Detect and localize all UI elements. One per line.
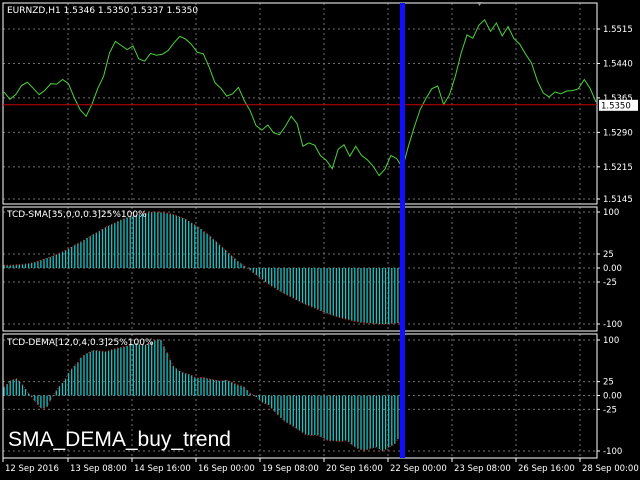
level-tick-label: 0.00 — [603, 264, 622, 274]
time-tick-label: 20 Sep 16:00 — [326, 464, 383, 474]
time-tick-label: 13 Sep 08:00 — [70, 464, 127, 474]
level-tick-label: -25 — [603, 405, 617, 415]
vertical-crosshair-line[interactable] — [400, 3, 405, 458]
time-tick-label: 19 Sep 08:00 — [262, 464, 319, 474]
strategy-label: SMA_DEMA_buy_trend — [8, 428, 231, 451]
bid-price-label: 1.5350 — [601, 101, 631, 111]
price-tick-label: 1.5290 — [603, 128, 633, 138]
symbol-ohlc-title: EURNZD,H1 1.5346 1.5350 1.5337 1.5350 — [7, 6, 198, 16]
time-tick-label: 16 Sep 00:00 — [198, 464, 255, 474]
price-tick-label: 1.5515 — [603, 25, 633, 35]
time-tick-label: 26 Sep 16:00 — [518, 464, 575, 474]
price-tick-label: 1.5215 — [603, 163, 633, 173]
tcd-sma-title: TCD-SMA[35,0,0,0.3]25%100% — [6, 210, 147, 220]
time-tick-label: 23 Sep 08:00 — [454, 464, 511, 474]
level-tick-label: 0.00 — [603, 392, 622, 402]
level-tick-label: -100 — [603, 447, 622, 457]
time-tick-label: 14 Sep 16:00 — [134, 464, 191, 474]
time-tick-label: 28 Sep 00:00 — [582, 464, 639, 474]
trading-terminal-chart[interactable]: EURNZD,H1 1.5346 1.5350 1.5337 1.5350 1.… — [0, 0, 640, 480]
level-tick-label: 100 — [603, 336, 619, 346]
level-tick-label: 25 — [603, 250, 614, 260]
level-tick-label: 25 — [603, 378, 614, 388]
time-tick-label: 22 Sep 00:00 — [390, 464, 447, 474]
price-tick-label: 1.5145 — [603, 195, 633, 205]
level-tick-label: 100 — [603, 208, 619, 218]
tcd-dema-title: TCD-DEMA[12,0,4,0.3]25%100% — [6, 338, 154, 348]
price-tick-label: 1.5440 — [603, 59, 633, 69]
level-tick-label: -100 — [603, 320, 622, 330]
time-tick-label: 12 Sep 2016 — [5, 464, 59, 474]
level-tick-label: -25 — [603, 278, 617, 288]
